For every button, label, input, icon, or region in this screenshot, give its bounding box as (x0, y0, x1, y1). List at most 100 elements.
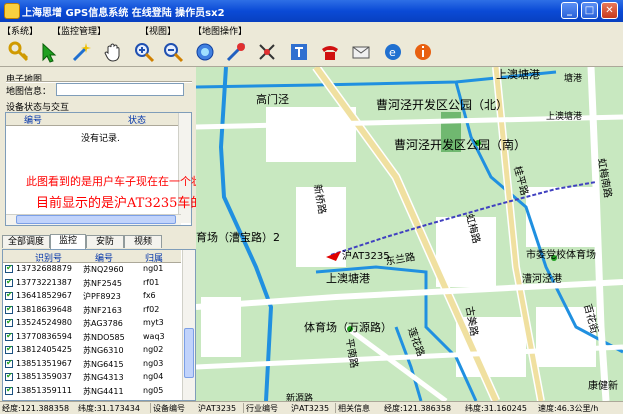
device-table-hscrollbar[interactable] (6, 214, 181, 225)
tab-video[interactable]: 视频 (124, 235, 162, 248)
vehicle-plate: 苏NF2545 (83, 278, 122, 288)
telephone-icon[interactable] (319, 41, 341, 63)
map-label: 新源路 (286, 392, 313, 401)
vehicle-plate: 苏NG6415 (83, 359, 124, 369)
status-lon: 经度:121.388358 (2, 404, 70, 413)
vehicle-group: fx6 (143, 291, 156, 300)
vehicle-checkbox[interactable] (5, 344, 13, 354)
info-icon[interactable] (412, 41, 434, 63)
annotation-line-1: 此图看到的是用户车子现在在一个状态 (26, 175, 213, 188)
settings-icon[interactable] (288, 41, 310, 63)
zoom-out-icon[interactable] (162, 41, 184, 63)
vehicle-checkbox[interactable] (5, 331, 13, 341)
vehicle-row[interactable]: 13773221387 苏NF2545 rf01 (3, 277, 181, 290)
magic-wand-icon[interactable] (70, 41, 92, 63)
maximize-button[interactable]: □ (581, 2, 598, 19)
map-label: 市委党校体育场 (526, 248, 596, 261)
status-related: 相关信息 (338, 404, 370, 413)
pointer-arrow-icon[interactable] (38, 41, 60, 63)
vehicle-group: ng02 (143, 345, 164, 354)
vscroll-thumb[interactable] (184, 328, 194, 378)
zoom-in-icon[interactable] (133, 41, 155, 63)
vehicle-checkbox[interactable] (5, 317, 13, 327)
tab-all-dispatch[interactable]: 全部调度 (2, 235, 50, 248)
minimize-button[interactable]: _ (561, 2, 578, 19)
tab-security[interactable]: 安防 (86, 235, 124, 248)
vehicle-id: 13773221387 (16, 277, 72, 287)
status-separator (150, 403, 151, 413)
mapinfo-field[interactable] (56, 83, 184, 96)
vehicle-id: 13524524980 (16, 318, 72, 327)
vehicle-plate: 苏AG3786 (83, 319, 123, 328)
key-icon[interactable] (8, 41, 30, 63)
vehicle-checkbox[interactable] (5, 371, 13, 381)
map-label: 体育场（万源路） (304, 320, 392, 334)
status-lat: 纬度:31.173434 (78, 404, 140, 413)
vehicle-plate: 苏NF2163 (83, 305, 122, 315)
vehicle-row[interactable]: 13851359037 苏NG4313 ng04 (3, 371, 181, 384)
map-label: 上澳塘港 (546, 110, 582, 122)
device-col-status[interactable]: 状态 (128, 113, 146, 126)
map-label: 康健新 (588, 379, 618, 392)
vehicle-checkbox[interactable] (5, 358, 13, 368)
vehicle-row[interactable]: 13851359111 苏NG4411 ng05 (3, 385, 181, 398)
vehicle-row[interactable]: 13812405425 苏NG6310 ng02 (3, 344, 181, 357)
close-button[interactable]: ✕ (601, 2, 618, 19)
vehicle-checkbox[interactable] (5, 263, 13, 273)
hscroll-thumb[interactable] (16, 215, 176, 224)
map-label: 高门泾 (256, 92, 289, 106)
vehicle-group: rf02 (143, 304, 160, 314)
app-icon (4, 3, 20, 19)
menu-map-ops[interactable]: 【地图操作】 (193, 24, 247, 37)
vehicle-plate: 苏NQ2960 (83, 265, 124, 274)
vehicle-row[interactable]: 13732688879 苏NQ2960 ng01 (3, 263, 181, 276)
browser-icon[interactable]: e (382, 41, 404, 63)
vehicle-checkbox[interactable] (5, 385, 13, 395)
vehicle-checkbox[interactable] (5, 277, 13, 287)
menu-view[interactable]: 【视图】 (140, 24, 176, 37)
globe-target-icon[interactable] (194, 41, 216, 63)
menu-monitor[interactable]: 【监控管理】 (52, 24, 106, 37)
vehicle-group: ng04 (143, 372, 164, 381)
toolbar: e (0, 38, 623, 67)
map-label: 漕河泾港 (522, 272, 562, 285)
vehicle-row[interactable]: 13524524980 苏AG3786 myt3 (3, 317, 181, 330)
tab-strip: 全部调度 监控 安防 视频 (0, 234, 196, 249)
crosshair-icon[interactable] (256, 41, 278, 63)
title-bar: 上海思增 GPS信息系统 在线登陆 操作员sx2 _ □ ✕ (0, 0, 623, 22)
vehicle-label: 沪AT3235 (342, 249, 390, 262)
window-title: 上海思增 GPS信息系统 在线登陆 操作员sx2 (22, 8, 225, 19)
hand-pan-icon[interactable] (102, 41, 124, 63)
vehicle-checkbox[interactable] (5, 290, 13, 300)
vehicle-row[interactable]: 13770836594 苏NDO585 waq3 (3, 331, 181, 344)
vehicle-plate: 苏NG6310 (83, 346, 124, 355)
vehicle-group: rf01 (143, 277, 160, 287)
vehicle-row[interactable]: 13851351967 苏NG6415 ng03 (3, 358, 181, 371)
mail-icon[interactable] (350, 41, 372, 63)
status-separator (335, 403, 336, 413)
vehicle-plate: 苏NG4313 (83, 373, 124, 382)
map-view[interactable]: 沪AT3235 上澳塘港 塘港 高门泾 曹河泾开发区公园（北） 曹河泾开发区公园… (196, 67, 623, 401)
measure-icon[interactable] (225, 41, 247, 63)
menu-system[interactable]: 【系统】 (2, 24, 38, 37)
map-canvas[interactable]: 沪AT3235 上澳塘港 塘港 高门泾 曹河泾开发区公园（北） 曹河泾开发区公园… (196, 67, 623, 401)
tab-monitor[interactable]: 监控 (50, 234, 86, 249)
vehicle-group: myt3 (143, 318, 164, 327)
left-panel: 电子地图 地图信息： 设备状态与交互 编号 状态 没有记录. 此图看到的是用户车… (0, 67, 229, 401)
vehicle-id: 13851359037 (16, 372, 72, 381)
status-trade-value: 沪AT3235 (291, 404, 330, 413)
vehicle-row[interactable]: 13641852967 沪PF8923 fx6 (3, 290, 181, 303)
status-device-value: 沪AT3235 (198, 404, 237, 413)
device-col-id[interactable]: 编号 (24, 113, 42, 126)
status-lat2: 纬度:31.160245 (465, 404, 527, 413)
map-label: 曹河泾开发区公园（南） (394, 137, 526, 152)
device-table-header: 编号 状态 (6, 113, 181, 126)
vehicle-row[interactable]: 13818639648 苏NF2163 rf02 (3, 304, 181, 317)
vehicle-plate: 沪PF8923 (83, 292, 121, 301)
map-label: 曹河泾开发区公园（北） (376, 97, 508, 112)
status-lon2: 经度:121.386358 (384, 404, 452, 413)
vehicle-checkbox[interactable] (5, 304, 13, 314)
vehicle-list-scrollbar[interactable] (182, 250, 195, 400)
vehicle-id: 13851351967 (16, 358, 72, 368)
map-label: 上澳塘港 (496, 67, 540, 81)
